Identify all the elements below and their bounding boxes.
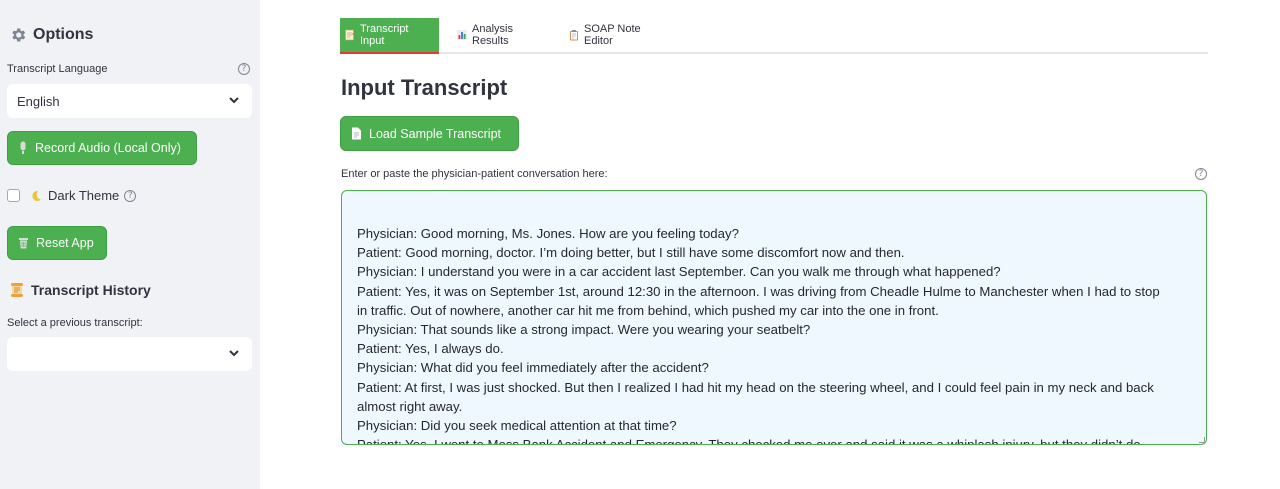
language-select[interactable]: English xyxy=(7,84,252,118)
record-audio-label: Record Audio (Local Only) xyxy=(35,141,181,155)
tab-bar: Transcript Input Analysis Results SOAP N… xyxy=(340,18,1208,54)
transcript-line: Patient: Yes, I always do. xyxy=(357,341,504,357)
trash-icon xyxy=(18,237,29,249)
moon-icon xyxy=(30,190,42,202)
transcript-line: Physician: Good morning, Ms. Jones. How … xyxy=(357,226,739,241)
history-label: Select a previous transcript: xyxy=(7,317,143,329)
history-title: Transcript History xyxy=(31,282,151,298)
tab-soap-note-editor[interactable]: SOAP Note Editor xyxy=(564,18,669,52)
transcript-line: Patient: Yes, it was on September 1st, a… xyxy=(357,283,1160,299)
app-root: Options Transcript Language ? English Re… xyxy=(0,0,1280,489)
chevron-down-icon xyxy=(228,94,240,106)
tab-soap-note-editor-label: SOAP Note Editor xyxy=(584,23,641,47)
help-icon[interactable]: ? xyxy=(1195,168,1207,180)
transcript-line: Physician: I understand you were in a ca… xyxy=(357,264,1001,280)
gear-icon xyxy=(9,26,27,44)
history-heading: Transcript History xyxy=(9,282,151,298)
clipboard-icon xyxy=(568,29,580,41)
transcript-line: Patient: Yes, I went to Moss Bank Accide… xyxy=(357,437,1141,445)
transcript-text: Physician: Good morning, Ms. Jones. How … xyxy=(357,224,1192,445)
load-sample-button[interactable]: Load Sample Transcript xyxy=(340,116,519,151)
reset-app-button[interactable]: Reset App xyxy=(7,226,107,260)
tab-analysis-results[interactable]: Analysis Results xyxy=(452,18,551,52)
options-heading: Options xyxy=(9,26,93,44)
sidebar: Options Transcript Language ? English Re… xyxy=(0,0,260,489)
document-icon xyxy=(351,127,362,140)
resize-handle[interactable] xyxy=(1199,437,1205,443)
reset-app-label: Reset App xyxy=(36,236,94,250)
transcript-line: Physician: Did you seek medical attentio… xyxy=(357,418,677,434)
tab-analysis-results-label: Analysis Results xyxy=(472,23,513,47)
dark-theme-label: Dark Theme xyxy=(48,188,120,203)
transcript-textarea-label: Enter or paste the physician-patient con… xyxy=(341,168,608,180)
microphone-icon xyxy=(18,141,28,155)
chevron-down-icon xyxy=(228,347,240,359)
bar-chart-icon xyxy=(456,29,468,41)
transcript-textarea[interactable]: Physician: Good morning, Ms. Jones. How … xyxy=(341,190,1207,445)
history-select[interactable] xyxy=(7,337,252,371)
record-audio-button[interactable]: Record Audio (Local Only) xyxy=(7,131,197,165)
help-icon[interactable]: ? xyxy=(238,63,250,75)
help-icon[interactable]: ? xyxy=(124,189,137,202)
dark-theme-row: Dark Theme ? xyxy=(7,188,137,203)
transcript-line: Patient: At first, I was just shocked. B… xyxy=(357,379,1154,395)
page-title: Input Transcript xyxy=(341,75,508,100)
dark-theme-checkbox[interactable] xyxy=(7,189,20,202)
tab-transcript-input[interactable]: Transcript Input xyxy=(340,18,439,54)
transcript-line: almost right away. xyxy=(357,398,463,414)
transcript-line: Patient: Good morning, doctor. I’m doing… xyxy=(357,245,905,261)
memo-icon xyxy=(344,29,356,41)
scroll-icon xyxy=(9,282,25,298)
transcript-line: Physician: That sounds like a strong imp… xyxy=(357,322,811,338)
transcript-line: Physician: What did you feel immediately… xyxy=(357,360,709,376)
transcript-line: in traffic. Out of nowhere, another car … xyxy=(357,302,939,318)
tab-transcript-input-label: Transcript Input xyxy=(360,23,409,47)
options-title: Options xyxy=(33,26,94,43)
language-select-value: English xyxy=(17,93,60,109)
language-label: Transcript Language xyxy=(7,63,108,75)
load-sample-label: Load Sample Transcript xyxy=(369,126,502,141)
